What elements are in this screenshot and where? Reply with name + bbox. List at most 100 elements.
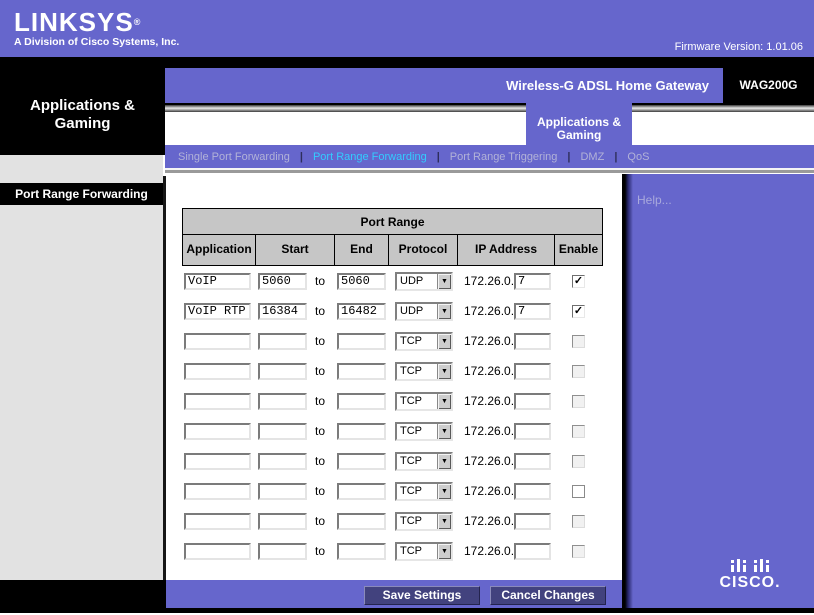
- end-port-input[interactable]: [337, 513, 386, 530]
- ip-suffix-input[interactable]: [514, 303, 551, 320]
- enable-checkbox[interactable]: [572, 425, 585, 438]
- application-input[interactable]: [184, 273, 251, 290]
- protocol-select[interactable]: UDP▼: [395, 272, 453, 291]
- protocol-value: TCP: [397, 335, 437, 347]
- main-content: Port Range Application Start End Protoco…: [166, 176, 622, 580]
- start-port-input[interactable]: [258, 363, 307, 380]
- application-input[interactable]: [184, 393, 251, 410]
- enable-checkbox[interactable]: [572, 365, 585, 378]
- start-port-input[interactable]: [258, 483, 307, 500]
- protocol-value: TCP: [397, 515, 437, 527]
- subnav-separator: |: [300, 151, 303, 163]
- application-input[interactable]: [184, 453, 251, 470]
- application-input[interactable]: [184, 363, 251, 380]
- tab-applications-gaming[interactable]: Applications &Gaming: [526, 112, 632, 145]
- protocol-select[interactable]: TCP▼: [395, 392, 453, 411]
- application-input[interactable]: [184, 303, 251, 320]
- ip-suffix-input[interactable]: [514, 273, 551, 290]
- dropdown-arrow-icon[interactable]: ▼: [437, 364, 451, 379]
- to-label: to: [315, 454, 325, 468]
- enable-checkbox[interactable]: [572, 485, 585, 498]
- application-input[interactable]: [184, 483, 251, 500]
- end-port-input[interactable]: [337, 273, 386, 290]
- tab-wireless[interactable]: Wireless: [235, 112, 330, 145]
- protocol-value: TCP: [397, 395, 437, 407]
- enable-checkbox[interactable]: [572, 455, 585, 468]
- dropdown-arrow-icon[interactable]: ▼: [437, 394, 451, 409]
- table-row: toTCP▼172.26.0.: [183, 356, 604, 386]
- end-port-input[interactable]: [337, 333, 386, 350]
- subnav-port-range-forwarding[interactable]: Port Range Forwarding: [313, 151, 427, 163]
- ip-prefix-label: 172.26.0.: [464, 364, 514, 378]
- protocol-select[interactable]: TCP▼: [395, 362, 453, 381]
- protocol-select[interactable]: TCP▼: [395, 542, 453, 561]
- cancel-changes-button[interactable]: Cancel Changes: [490, 586, 606, 605]
- router-admin-page: LINKSYS® A Division of Cisco Systems, In…: [0, 0, 814, 615]
- enable-checkbox[interactable]: [572, 395, 585, 408]
- enable-checkbox[interactable]: ✓: [572, 275, 585, 288]
- application-input[interactable]: [184, 423, 251, 440]
- tab-administration[interactable]: Administration: [632, 112, 744, 145]
- subnav-qos[interactable]: QoS: [627, 151, 649, 163]
- end-port-input[interactable]: [337, 543, 386, 560]
- cisco-wordmark: CISCO.: [706, 574, 794, 592]
- dropdown-arrow-icon[interactable]: ▼: [437, 514, 451, 529]
- ip-suffix-input[interactable]: [514, 423, 551, 440]
- ip-suffix-input[interactable]: [514, 363, 551, 380]
- end-port-input[interactable]: [337, 423, 386, 440]
- help-link[interactable]: Help...: [637, 193, 672, 207]
- tab-security[interactable]: Security: [330, 112, 418, 145]
- enable-checkbox[interactable]: [572, 545, 585, 558]
- dropdown-arrow-icon[interactable]: ▼: [437, 484, 451, 499]
- end-port-input[interactable]: [337, 393, 386, 410]
- tab-access-restrictions[interactable]: AccessRestrictions: [418, 112, 526, 145]
- end-port-input[interactable]: [337, 303, 386, 320]
- dropdown-arrow-icon[interactable]: ▼: [437, 544, 451, 559]
- protocol-select[interactable]: UDP▼: [395, 302, 453, 321]
- enable-checkbox[interactable]: [572, 515, 585, 528]
- dropdown-arrow-icon[interactable]: ▼: [437, 334, 451, 349]
- subnav-single-port-forwarding[interactable]: Single Port Forwarding: [178, 151, 290, 163]
- start-port-input[interactable]: [258, 273, 307, 290]
- protocol-select[interactable]: TCP▼: [395, 452, 453, 471]
- tab-setup[interactable]: Setup: [165, 112, 235, 145]
- table-row: toTCP▼172.26.0.: [183, 536, 604, 566]
- ip-suffix-input[interactable]: [514, 483, 551, 500]
- application-input[interactable]: [184, 333, 251, 350]
- start-port-input[interactable]: [258, 393, 307, 410]
- start-port-input[interactable]: [258, 543, 307, 560]
- protocol-select[interactable]: TCP▼: [395, 512, 453, 531]
- application-input[interactable]: [184, 543, 251, 560]
- dropdown-arrow-icon[interactable]: ▼: [437, 274, 451, 289]
- ip-suffix-input[interactable]: [514, 543, 551, 560]
- save-settings-button[interactable]: Save Settings: [364, 586, 480, 605]
- enable-checkbox[interactable]: [572, 335, 585, 348]
- application-input[interactable]: [184, 513, 251, 530]
- dropdown-arrow-icon[interactable]: ▼: [437, 454, 451, 469]
- end-port-input[interactable]: [337, 363, 386, 380]
- enable-checkbox[interactable]: ✓: [572, 305, 585, 318]
- end-port-input[interactable]: [337, 483, 386, 500]
- protocol-select[interactable]: TCP▼: [395, 482, 453, 501]
- protocol-select[interactable]: TCP▼: [395, 332, 453, 351]
- start-port-input[interactable]: [258, 453, 307, 470]
- start-port-input[interactable]: [258, 423, 307, 440]
- tab-status[interactable]: Status: [744, 112, 814, 145]
- ip-suffix-input[interactable]: [514, 513, 551, 530]
- ip-suffix-input[interactable]: [514, 333, 551, 350]
- page-title: Applications & Gaming: [0, 97, 165, 133]
- cisco-logo: CISCO.: [706, 553, 794, 592]
- start-port-input[interactable]: [258, 333, 307, 350]
- start-port-input[interactable]: [258, 513, 307, 530]
- subnav-separator: |: [567, 151, 570, 163]
- protocol-select[interactable]: TCP▼: [395, 422, 453, 441]
- subnav-port-range-triggering[interactable]: Port Range Triggering: [450, 151, 558, 163]
- start-port-input[interactable]: [258, 303, 307, 320]
- subnav-dmz[interactable]: DMZ: [580, 151, 604, 163]
- dropdown-arrow-icon[interactable]: ▼: [437, 424, 451, 439]
- dropdown-arrow-icon[interactable]: ▼: [437, 304, 451, 319]
- end-port-input[interactable]: [337, 453, 386, 470]
- protocol-value: TCP: [397, 485, 437, 497]
- ip-suffix-input[interactable]: [514, 453, 551, 470]
- ip-suffix-input[interactable]: [514, 393, 551, 410]
